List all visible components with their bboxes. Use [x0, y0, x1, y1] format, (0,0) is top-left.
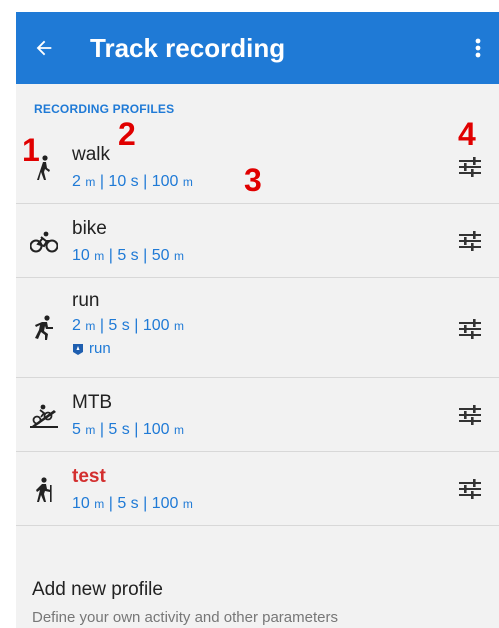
profile-name: run	[72, 290, 100, 311]
add-new-profile-item[interactable]: Add new profile Define your own activity…	[16, 578, 499, 628]
bike-icon	[26, 226, 62, 258]
annotation-1: 1	[22, 132, 40, 168]
min-distance-value: 5	[72, 421, 81, 438]
profile-item-run[interactable]: run 2 m | 5 s | 100 m run	[16, 278, 499, 378]
min-time-value: 5 s	[117, 247, 139, 264]
min-distance-unit: m	[85, 319, 96, 333]
min-distance-value: 10	[72, 247, 90, 264]
separator: |	[108, 247, 113, 264]
badge-icon	[73, 343, 83, 355]
max-distance-unit: m	[173, 423, 184, 437]
tune-icon	[459, 479, 481, 499]
min-time-value: 10 s	[108, 173, 139, 190]
min-distance-unit: m	[94, 249, 105, 263]
app-bar: Track recording	[16, 12, 499, 84]
separator: |	[143, 247, 148, 264]
add-profile-subtitle: Define your own activity and other param…	[32, 609, 338, 626]
page-title: Track recording	[90, 33, 286, 63]
annotation-2: 2	[118, 116, 136, 152]
profile-name: test	[72, 466, 106, 487]
back-button[interactable]	[26, 30, 62, 66]
separator: |	[143, 173, 148, 190]
profile-name: walk	[72, 144, 111, 165]
section-header: RECORDING PROFILES	[34, 102, 175, 116]
min-distance-value: 2	[72, 317, 81, 334]
max-distance-value: 100	[151, 495, 179, 512]
min-distance-value: 10	[72, 495, 90, 512]
separator: |	[143, 495, 148, 512]
max-distance-value: 100	[142, 421, 170, 438]
max-distance-unit: m	[173, 249, 184, 263]
arrow-left-icon	[36, 40, 52, 56]
profile-params: 5 m | 5 s | 100 m	[72, 420, 184, 440]
profile-params: 10 m | 5 s | 50 m	[72, 246, 184, 266]
tune-icon	[459, 231, 481, 251]
max-distance-value: 100	[151, 173, 179, 190]
profile-item-test[interactable]: test 10 m | 5 s | 100 m	[16, 452, 499, 526]
max-distance-unit: m	[173, 319, 184, 333]
max-distance-value: 100	[142, 317, 170, 334]
separator: |	[108, 495, 113, 512]
min-time-value: 5 s	[108, 421, 130, 438]
linked-activity: run	[72, 340, 111, 358]
profile-name: bike	[72, 218, 107, 239]
profile-item-mtb[interactable]: MTB 5 m | 5 s | 100 m	[16, 378, 499, 452]
hike-icon	[26, 474, 62, 506]
min-time-value: 5 s	[117, 495, 139, 512]
profile-item-bike[interactable]: bike 10 m | 5 s | 50 m	[16, 204, 499, 278]
max-distance-unit: m	[182, 175, 193, 189]
min-distance-value: 2	[72, 173, 81, 190]
min-time-value: 5 s	[108, 317, 130, 334]
profile-settings-button[interactable]	[453, 150, 487, 184]
separator: |	[99, 317, 104, 334]
profile-settings-button[interactable]	[453, 224, 487, 258]
min-distance-unit: m	[85, 175, 96, 189]
profile-params: 10 m | 5 s | 100 m	[72, 494, 193, 514]
separator: |	[134, 317, 139, 334]
separator: |	[99, 421, 104, 438]
profile-settings-button[interactable]	[453, 472, 487, 506]
tune-icon	[459, 405, 481, 425]
max-distance-unit: m	[182, 497, 193, 511]
add-profile-title: Add new profile	[32, 579, 163, 600]
profile-name: MTB	[72, 392, 113, 413]
more-vert-icon	[475, 38, 481, 58]
overflow-menu-button[interactable]	[463, 30, 493, 66]
screen: Track recording RECORDING PROFILES walk …	[16, 12, 499, 628]
run-icon	[26, 312, 62, 344]
separator: |	[99, 173, 104, 190]
profile-params: 2 m | 5 s | 100 m	[72, 316, 184, 336]
min-distance-unit: m	[94, 497, 105, 511]
min-distance-unit: m	[85, 423, 96, 437]
profile-settings-button[interactable]	[453, 398, 487, 432]
max-distance-value: 50	[151, 247, 170, 264]
profile-params: 2 m | 10 s | 100 m	[72, 172, 193, 192]
mtb-icon	[26, 400, 62, 432]
separator: |	[134, 421, 139, 438]
tune-icon	[459, 319, 481, 339]
annotation-4: 4	[458, 116, 476, 152]
tune-icon	[459, 157, 481, 177]
annotation-3: 3	[244, 162, 262, 198]
profile-settings-button[interactable]	[453, 312, 487, 346]
linked-activity-label: run	[89, 340, 111, 357]
